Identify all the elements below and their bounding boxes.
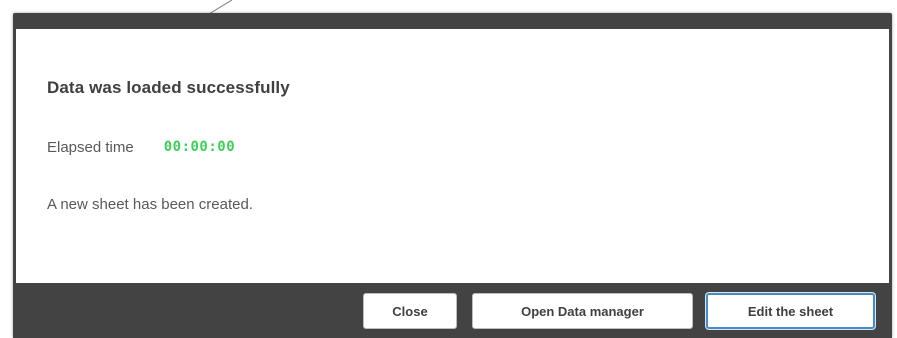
dialog-body: Data was loaded successfully Elapsed tim…	[16, 29, 889, 283]
data-load-dialog: Data was loaded successfully Elapsed tim…	[13, 13, 892, 338]
elapsed-time-label: Elapsed time	[47, 138, 134, 156]
dialog-title: Data was loaded successfully	[47, 78, 290, 97]
elapsed-time-row: Elapsed time 00:00:00	[47, 136, 235, 158]
dialog-footer: Close Open Data manager Edit the sheet	[13, 283, 892, 338]
elapsed-time-value: 00:00:00	[163, 139, 236, 155]
page: Data was loaded successfully Elapsed tim…	[0, 0, 897, 338]
sheet-created-message: A new sheet has been created.	[47, 196, 253, 213]
edit-the-sheet-button[interactable]: Edit the sheet	[706, 293, 875, 329]
close-button[interactable]: Close	[363, 293, 457, 329]
open-data-manager-button[interactable]: Open Data manager	[472, 293, 693, 329]
